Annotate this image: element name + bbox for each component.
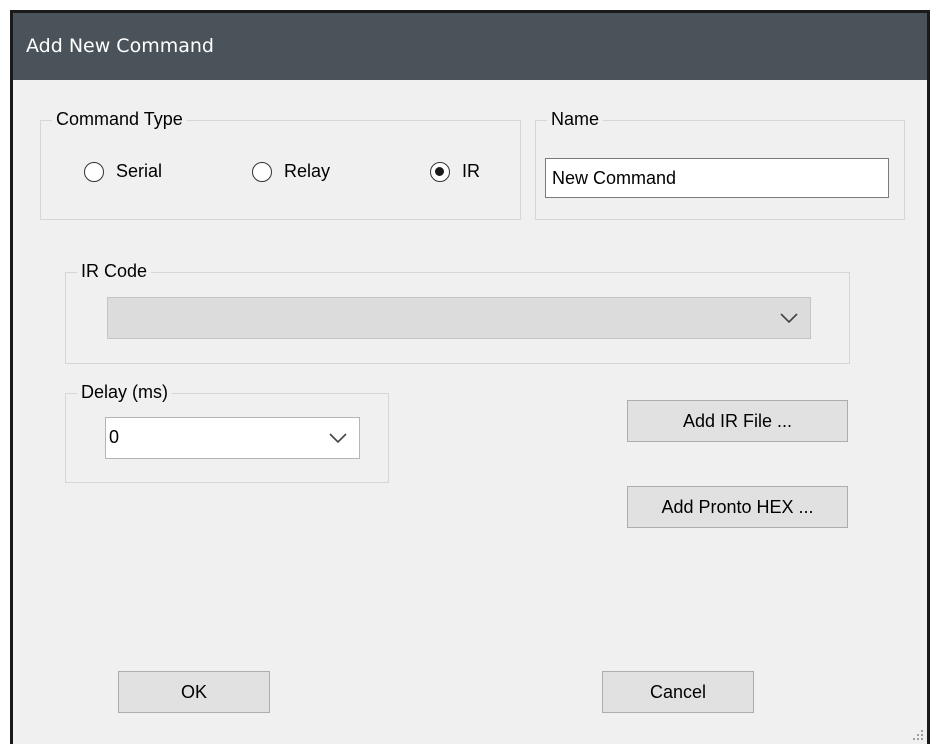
ok-button[interactable]: OK [118,671,270,713]
title-bar[interactable]: Add New Command [13,13,927,80]
add-ir-file-label: Add IR File ... [682,411,793,431]
radio-unchecked-icon [252,161,272,182]
resize-grip-icon[interactable] [911,728,925,742]
ir-code-select[interactable] [107,297,811,339]
cancel-label: Cancel [649,682,707,702]
add-pronto-hex-label: Add Pronto HEX ... [661,497,814,517]
radio-serial-label: Serial [116,161,163,181]
add-pronto-hex-button[interactable]: Add Pronto HEX ... [627,486,848,528]
command-type-group: Command Type Serial Relay IR [40,108,521,220]
delay-value: 0 [109,427,120,447]
radio-ir[interactable]: IR [430,161,480,182]
cancel-button[interactable]: Cancel [602,671,754,713]
command-type-legend: Command Type [52,108,187,130]
add-new-command-dialog: Add New Command Command Type Serial Rela… [10,10,930,744]
radio-serial[interactable]: Serial [84,161,162,182]
chevron-down-icon [329,433,347,443]
window-title: Add New Command [26,35,214,57]
radio-checked-icon [430,161,450,182]
radio-ir-label: IR [462,161,480,181]
ok-label: OK [180,682,207,702]
ir-code-legend: IR Code [77,260,152,282]
radio-relay-label: Relay [284,161,331,181]
add-ir-file-button[interactable]: Add IR File ... [627,400,848,442]
chevron-down-icon [780,313,798,323]
name-group: Name New Command [535,108,905,220]
name-legend: Name [547,108,604,130]
radio-relay[interactable]: Relay [252,161,330,182]
radio-unchecked-icon [84,161,104,182]
delay-select[interactable]: 0 [105,417,360,459]
delay-legend: Delay (ms) [77,381,173,403]
ir-code-group: IR Code [65,260,850,364]
delay-group: Delay (ms) 0 [65,381,389,483]
name-field[interactable]: New Command [545,158,889,198]
